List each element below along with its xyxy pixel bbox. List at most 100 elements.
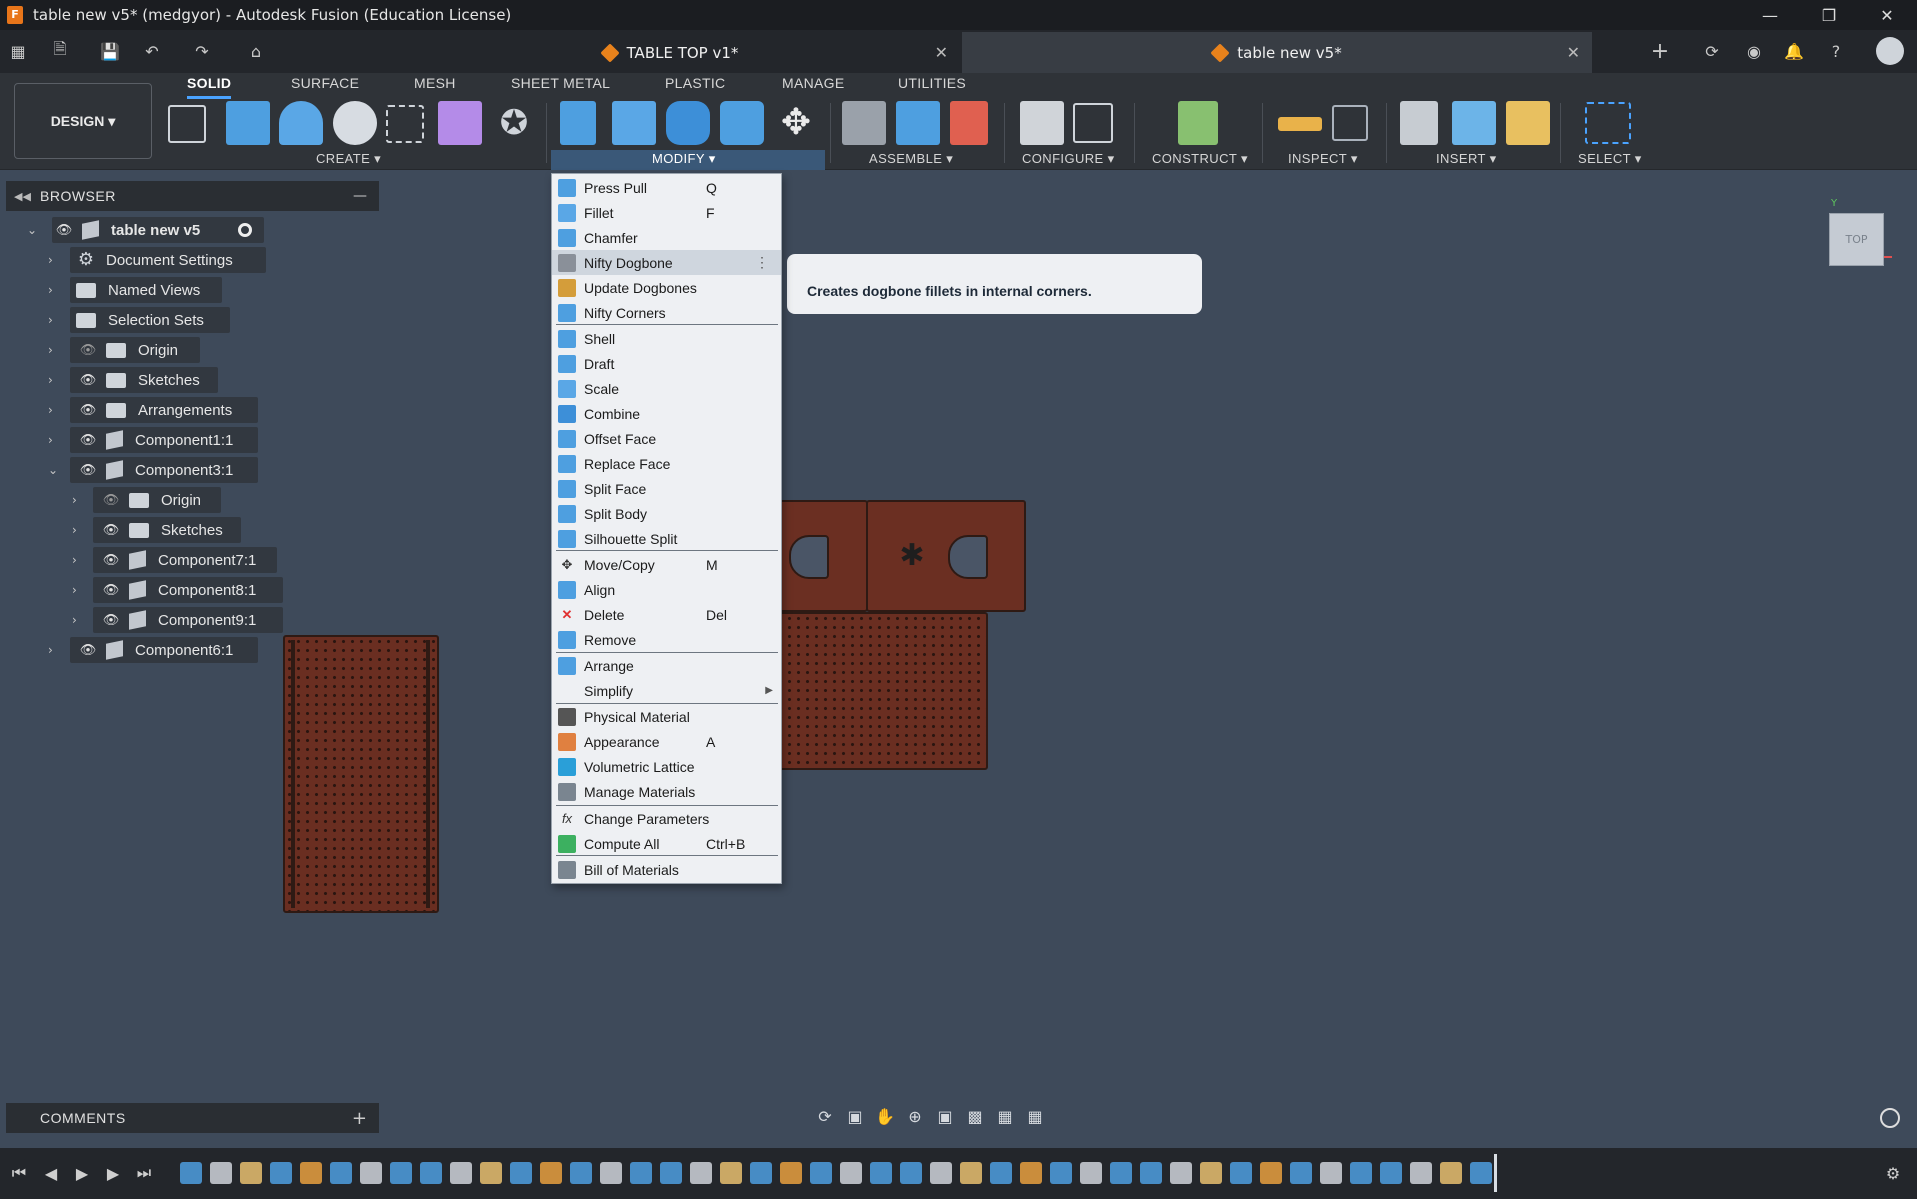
menu-item-split-body[interactable]: Split Body	[552, 501, 781, 526]
menu-item-compute-all[interactable]: Compute All Ctrl+B	[552, 831, 781, 856]
chevron-right-icon[interactable]: ›	[48, 253, 60, 267]
create-sketch-icon[interactable]	[168, 105, 206, 143]
avatar[interactable]	[1876, 37, 1904, 65]
group-configure[interactable]: CONFIGURE ▾	[1022, 151, 1115, 167]
help-icon[interactable]: ?	[1824, 38, 1848, 64]
timeline-feature-icon[interactable]	[1320, 1162, 1342, 1184]
timeline-feature-icon[interactable]	[270, 1162, 292, 1184]
timeline-feature-icon[interactable]	[570, 1162, 592, 1184]
mirror-icon[interactable]: ✪	[492, 101, 536, 145]
timeline-feature-icon[interactable]	[720, 1162, 742, 1184]
insert-mesh-icon[interactable]	[1506, 101, 1550, 145]
doc-tab-table-new[interactable]: table new v5* ✕	[962, 32, 1592, 73]
chevron-down-icon[interactable]: ⌄	[27, 223, 39, 237]
visibility-eye-icon[interactable]: 👁	[76, 463, 100, 478]
visibility-eye-icon[interactable]: 👁	[76, 643, 100, 658]
undo-icon[interactable]: ↶	[140, 38, 164, 64]
menu-item-change-parameters[interactable]: fx Change Parameters	[552, 806, 781, 831]
tab-surface[interactable]: SURFACE	[291, 75, 359, 99]
workspace-switcher[interactable]: DESIGN ▾	[14, 83, 152, 159]
shell-icon[interactable]	[720, 101, 764, 145]
menu-item-update-dogbones[interactable]: Update Dogbones	[552, 275, 781, 300]
minimize-panel-icon[interactable]: —	[353, 188, 367, 204]
visibility-eye-icon[interactable]: 👁	[76, 373, 100, 388]
select-window-icon[interactable]	[1585, 102, 1631, 144]
group-insert[interactable]: INSERT ▾	[1436, 151, 1497, 167]
save-icon[interactable]: 💾	[98, 38, 122, 64]
revolve-icon[interactable]	[279, 101, 323, 145]
play-icon[interactable]: ▶	[71, 1161, 93, 1185]
redo-icon[interactable]: ↷	[190, 38, 214, 64]
visibility-eye-icon[interactable]: 👁	[52, 223, 76, 238]
menu-item-bill-of-materials[interactable]: Bill of Materials	[552, 857, 781, 882]
chevron-down-icon[interactable]: ⌄	[48, 463, 60, 477]
extensions-icon[interactable]: ⟳	[1700, 38, 1724, 64]
chevron-right-icon[interactable]: ›	[48, 403, 60, 417]
timeline-feature-icon[interactable]	[1440, 1162, 1462, 1184]
menu-item-delete[interactable]: ✕ Delete Del	[552, 602, 781, 627]
chevron-right-icon[interactable]: ›	[48, 373, 60, 387]
timeline-feature-icon[interactable]	[510, 1162, 532, 1184]
menu-item-nifty-dogbone[interactable]: Nifty Dogbone ⋮	[552, 250, 781, 275]
timeline-feature-icon[interactable]	[840, 1162, 862, 1184]
configure-icon[interactable]	[1020, 101, 1064, 145]
chevron-right-icon[interactable]: ›	[72, 583, 84, 597]
tab-plastic[interactable]: PLASTIC	[665, 75, 725, 99]
browser-panel-header[interactable]: ◀◀ BROWSER —	[6, 181, 379, 211]
go-to-start-icon[interactable]: ⏮	[8, 1161, 30, 1185]
new-tab-icon[interactable]: +	[1648, 38, 1672, 64]
timeline-feature-icon[interactable]	[930, 1162, 952, 1184]
timeline-feature-icon[interactable]	[1140, 1162, 1162, 1184]
hidden-eye-icon[interactable]: 👁	[99, 493, 123, 508]
chevron-right-icon[interactable]: ›	[72, 493, 84, 507]
timeline-feature-icon[interactable]	[990, 1162, 1012, 1184]
menu-item-align[interactable]: Align	[552, 577, 781, 602]
chevron-right-icon[interactable]: ›	[72, 553, 84, 567]
viewports-icon[interactable]: ▦	[1020, 1104, 1050, 1128]
fillet-icon[interactable]	[612, 101, 656, 145]
close-tab-icon[interactable]: ✕	[1567, 43, 1580, 62]
close-tab-icon[interactable]: ✕	[935, 43, 948, 62]
timeline-feature-icon[interactable]	[540, 1162, 562, 1184]
timeline-feature-icon[interactable]	[1410, 1162, 1432, 1184]
display-settings-icon[interactable]: ▩	[960, 1104, 990, 1128]
chevron-right-icon[interactable]: ›	[48, 643, 60, 657]
menu-item-offset-face[interactable]: Offset Face	[552, 426, 781, 451]
grid-icon[interactable]: ▦	[990, 1104, 1020, 1128]
active-radio-icon[interactable]	[238, 223, 252, 237]
hidden-eye-icon[interactable]: 👁	[76, 343, 100, 358]
chevron-right-icon[interactable]: ›	[48, 343, 60, 357]
menu-item-scale[interactable]: Scale	[552, 376, 781, 401]
view-settings-icon[interactable]	[1880, 1108, 1900, 1128]
menu-item-shell[interactable]: Shell	[552, 326, 781, 351]
timeline-settings-icon[interactable]: ⚙	[1882, 1161, 1904, 1185]
timeline-feature-icon[interactable]	[300, 1162, 322, 1184]
menu-item-remove[interactable]: Remove	[552, 627, 781, 652]
fit-icon[interactable]: ▣	[930, 1104, 960, 1128]
create-form-icon[interactable]	[438, 101, 482, 145]
combine-icon[interactable]	[666, 101, 710, 145]
timeline-feature-icon[interactable]	[330, 1162, 352, 1184]
menu-item-combine[interactable]: Combine	[552, 401, 781, 426]
menu-item-press-pull[interactable]: Press Pull Q	[552, 175, 781, 200]
menu-item-fillet[interactable]: Fillet F	[552, 200, 781, 225]
insert-derive-icon[interactable]	[1400, 101, 1438, 145]
table-top-body-2[interactable]	[774, 612, 988, 770]
group-create[interactable]: CREATE ▾	[316, 151, 381, 167]
visibility-eye-icon[interactable]: 👁	[76, 433, 100, 448]
restore-icon[interactable]: ❐	[1806, 0, 1852, 30]
timeline-feature-icon[interactable]	[210, 1162, 232, 1184]
home-icon[interactable]: ⌂	[244, 38, 268, 64]
tab-sheet-metal[interactable]: SHEET METAL	[511, 75, 610, 99]
notifications-icon[interactable]: 🔔	[1782, 38, 1806, 64]
tab-utilities[interactable]: UTILITIES	[898, 75, 966, 99]
new-component-icon[interactable]	[842, 101, 886, 145]
joint-origin-icon[interactable]: ✱	[896, 540, 928, 572]
timeline-feature-icon[interactable]	[1260, 1162, 1282, 1184]
chevron-right-icon[interactable]: ›	[48, 283, 60, 297]
timeline-feature-icon[interactable]	[480, 1162, 502, 1184]
measure-icon[interactable]	[1278, 117, 1322, 131]
visibility-eye-icon[interactable]: 👁	[76, 403, 100, 418]
timeline-feature-icon[interactable]	[1470, 1162, 1492, 1184]
timeline-feature-icon[interactable]	[180, 1162, 202, 1184]
